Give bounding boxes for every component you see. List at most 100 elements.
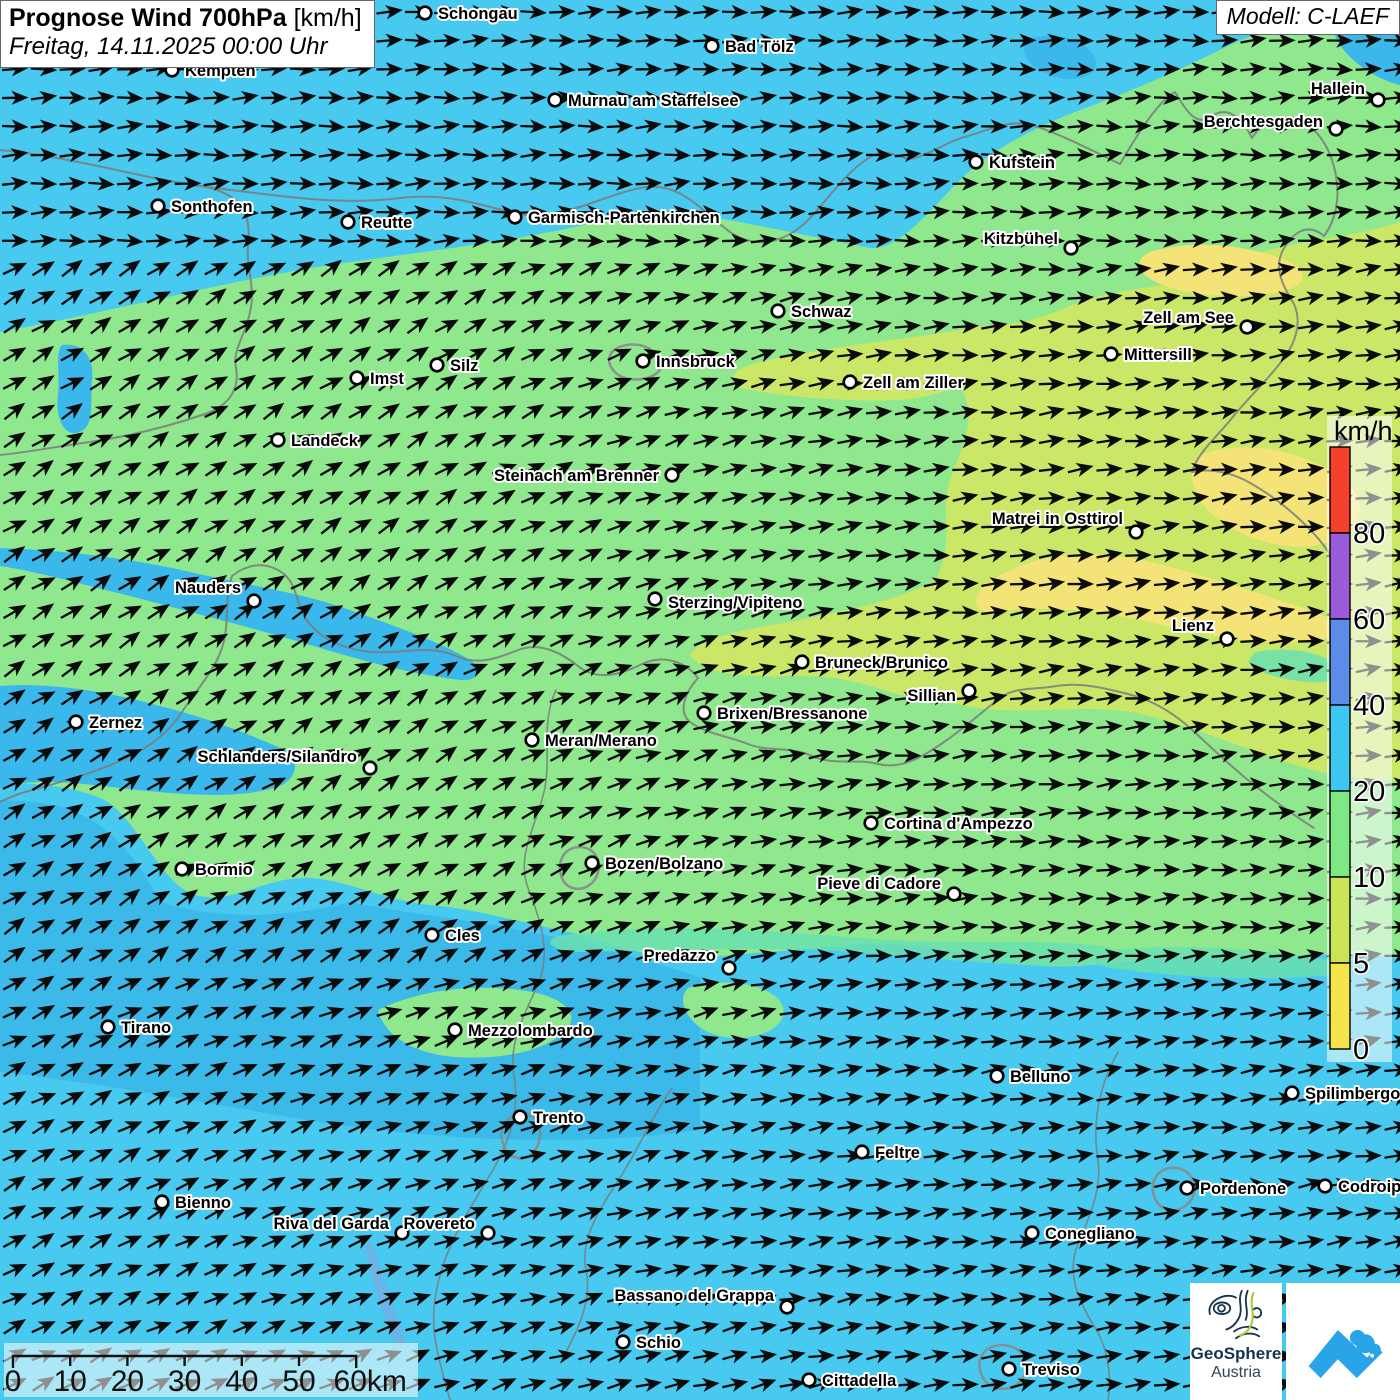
city-marker [991, 1070, 1004, 1083]
city-marker [351, 372, 364, 385]
title-main: Prognose Wind 700hPa [9, 4, 287, 32]
legend-tick-label: 10 [1353, 862, 1385, 894]
city-label: Cortina d'Ampezzo [884, 815, 1033, 833]
city-label: Sterzing/Vipiteno [668, 594, 802, 612]
legend-tick-label: 20 [1353, 776, 1385, 808]
city-marker [449, 1024, 462, 1037]
city-marker [856, 1146, 869, 1159]
city-marker [1065, 242, 1078, 255]
city-marker [176, 863, 189, 876]
city-marker [796, 656, 809, 669]
city-label: Tirano [121, 1019, 171, 1037]
brand-name: GeoSphere [1191, 1345, 1282, 1364]
city-marker [1105, 348, 1118, 361]
city-marker [649, 593, 662, 606]
city-label: Kitzbühel [984, 230, 1058, 248]
city-label: Trento [533, 1109, 583, 1127]
scale-tick-label: 30 [168, 1365, 201, 1398]
city-label: Feltre [875, 1144, 920, 1162]
city-marker [364, 762, 377, 775]
city-label: Nauders [175, 579, 241, 597]
city-label: Steinach am Brenner [494, 467, 660, 485]
city-marker [698, 707, 711, 720]
city-label: Kufstein [989, 154, 1055, 172]
city-label: Treviso [1022, 1361, 1080, 1379]
city-label: Innsbruck [656, 353, 736, 371]
legend-tick-label: 5 [1353, 948, 1369, 980]
city-label: Hallein [1311, 80, 1365, 98]
city-label: Mezzolombardo [468, 1022, 593, 1040]
city-marker [1130, 526, 1143, 539]
city-label: Bruneck/Brunico [815, 654, 948, 672]
city-marker [1026, 1227, 1039, 1240]
city-marker [272, 434, 285, 447]
city-marker [1181, 1182, 1194, 1195]
city-label: Pordenone [1200, 1180, 1286, 1198]
city-marker [1286, 1087, 1299, 1100]
city-marker [1003, 1363, 1016, 1376]
city-label: Cittadella [822, 1372, 897, 1390]
legend-swatch [1330, 533, 1350, 619]
city-label: Murnau am Staffelsee [568, 92, 739, 110]
city-marker [156, 1196, 169, 1209]
city-label: Garmisch-Partenkirchen [528, 209, 720, 227]
city-label: Bassano del Grappa [614, 1287, 774, 1305]
city-label: Zell am See [1143, 309, 1234, 327]
scale-tick-label: 10 [54, 1365, 87, 1398]
city-marker [865, 817, 878, 830]
scale-tick-label: 60km [334, 1365, 407, 1398]
city-marker [963, 685, 976, 698]
city-label: Codroipo [1338, 1178, 1400, 1196]
city-label: Lienz [1172, 617, 1214, 635]
city-label: Silz [450, 357, 478, 375]
city-label: Conegliano [1045, 1225, 1135, 1243]
city-marker [526, 734, 539, 747]
city-label: Brixen/Bressanone [717, 705, 867, 723]
city-label: Berchtesgaden [1204, 113, 1323, 131]
city-label: Reutte [361, 214, 412, 232]
city-label: Belluno [1010, 1068, 1071, 1086]
city-label: Sillian [907, 687, 956, 705]
city-marker [509, 211, 522, 224]
city-marker [70, 716, 83, 729]
geosphere-logo: GeoSphere Austria [1190, 1283, 1282, 1400]
legend-tick-label: 60 [1353, 604, 1385, 636]
city-marker [706, 40, 719, 53]
scale-tick-label: 40 [225, 1365, 258, 1398]
city-marker [426, 929, 439, 942]
legend-tick-label: 40 [1353, 690, 1385, 722]
city-marker [514, 1111, 527, 1124]
legend-swatch [1330, 877, 1350, 963]
model-label: Modell: C-LAEF [1216, 0, 1400, 35]
legend-unit-label: km/h [1334, 416, 1393, 446]
city-label: Bormio [195, 861, 253, 879]
city-label: Landeck [291, 432, 359, 450]
city-label: Pieve di Cadore [817, 875, 941, 893]
city-label: Spilimbergo [1305, 1085, 1400, 1103]
city-marker [1221, 633, 1234, 646]
legend-swatch [1330, 963, 1350, 1049]
city-label: Riva del Garda [273, 1215, 389, 1233]
city-marker [1372, 94, 1385, 107]
city-marker [637, 355, 650, 368]
page-title: Prognose Wind 700hPa [km/h] [9, 4, 362, 33]
forecast-datetime: Freitag, 14.11.2025 00:00 Uhr [9, 33, 362, 61]
title-box: Prognose Wind 700hPa [km/h] Freitag, 14.… [0, 0, 375, 68]
city-marker [1241, 321, 1254, 334]
legend-tick-label: 80 [1353, 518, 1385, 550]
city-label: Cles [445, 927, 480, 945]
mountain-logo-box [1286, 1283, 1400, 1400]
city-label: Meran/Merano [545, 732, 657, 750]
city-marker [431, 359, 444, 372]
city-label: Schongau [438, 5, 518, 23]
city-marker [248, 595, 261, 608]
city-label: Mittersill [1124, 346, 1192, 364]
city-label: Predazzo [644, 947, 716, 965]
brand-country: Austria [1211, 1364, 1261, 1382]
scale-tick-label: 50 [282, 1365, 315, 1398]
scale-tick-label: 0 [5, 1365, 22, 1398]
city-marker [1319, 1180, 1332, 1193]
city-marker [102, 1021, 115, 1034]
city-marker [844, 376, 857, 389]
title-unit: [km/h] [287, 4, 362, 32]
